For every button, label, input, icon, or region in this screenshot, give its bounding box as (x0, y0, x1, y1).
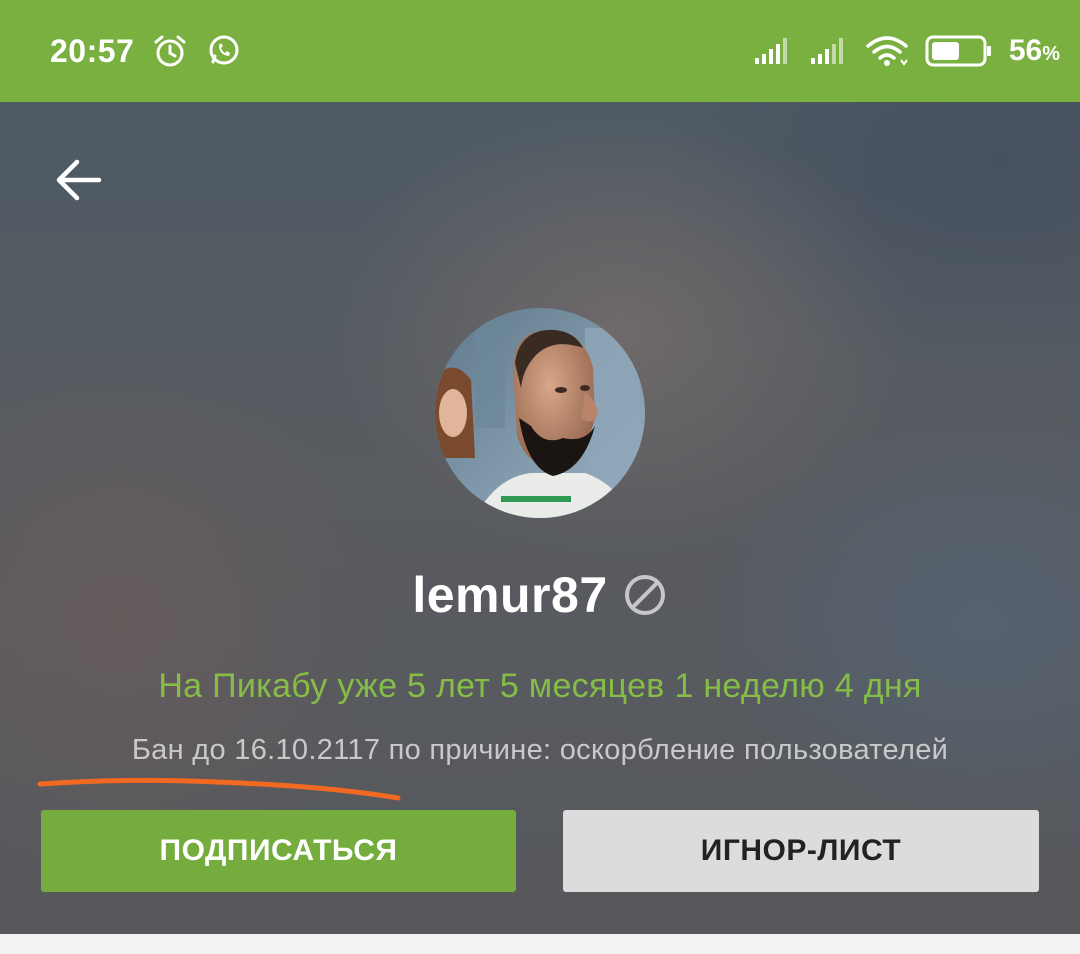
alarm-icon (152, 33, 188, 69)
signal-icon (753, 36, 793, 66)
back-button[interactable] (50, 154, 106, 206)
content-area (0, 934, 1080, 954)
arrow-left-icon (56, 159, 102, 201)
profile-header: lemur87 На Пикабу уже 5 лет 5 месяцев 1 … (0, 102, 1080, 934)
status-right: 56% (753, 34, 1060, 68)
signal-icon (809, 36, 849, 66)
battery-unit: % (1042, 43, 1060, 65)
status-left: 20:57 (50, 33, 242, 70)
status-time: 20:57 (50, 32, 135, 69)
status-bar: 20:57 56% (0, 0, 1080, 102)
wifi-icon (865, 34, 909, 68)
ban-info: Бан до 16.10.2117 по причине: оскорблени… (131, 734, 949, 766)
subscribe-button[interactable]: ПОДПИСАТЬСЯ (41, 810, 516, 892)
username-row: lemur87 (0, 566, 1080, 624)
battery-number: 56 (1008, 34, 1043, 67)
hand-drawn-underline (37, 777, 401, 801)
whatsapp-icon (206, 33, 242, 69)
account-age: На Пикабу уже 5 лет 5 месяцев 1 неделю 4… (158, 667, 922, 705)
avatar[interactable] (435, 308, 645, 518)
banned-icon (624, 575, 665, 615)
battery-percentage: 56% (1009, 34, 1060, 68)
ignore-list-button[interactable]: ИГНОР-ЛИСТ (563, 810, 1039, 892)
avatar-image (435, 308, 645, 518)
username: lemur87 (412, 567, 608, 623)
battery-icon (925, 34, 993, 68)
